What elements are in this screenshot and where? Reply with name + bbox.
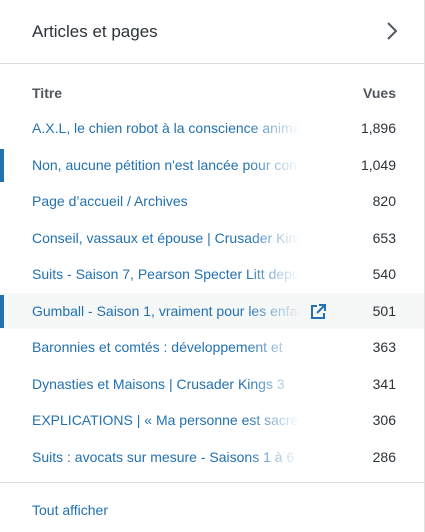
article-title-link[interactable]: Conseil, vassaux et épouse | Crusader Ki… [32,230,300,246]
list-item[interactable]: Suits : avocats sur mesure - Saisons 1 à… [0,439,424,476]
article-title-link[interactable]: Suits : avocats sur mesure - Saisons 1 à… [32,449,300,465]
list-item[interactable]: Dynasties et Maisons | Crusader Kings 3 3… [0,366,424,403]
article-title-link[interactable]: Dynasties et Maisons | Crusader Kings 3 [32,376,300,392]
view-count: 286 [372,448,396,465]
article-title-link[interactable]: Gumball - Saison 1, vraiment pour les en… [32,303,300,319]
external-link-icon[interactable] [309,303,327,321]
list-item[interactable]: Gumball - Saison 1, vraiment pour les en… [0,292,424,329]
row-indicator [0,148,4,182]
view-count: 540 [372,266,396,282]
view-count: 1,896 [360,120,396,136]
view-count: 363 [372,339,396,355]
article-title-link[interactable]: Page d’accueil / Archives [32,193,300,209]
view-count: 341 [372,375,396,392]
article-title-link[interactable]: Suits - Saison 7, Pearson Specter Litt d… [32,266,300,282]
article-title-link[interactable]: A.X.L, le chien robot à la conscience an… [32,120,300,136]
list-item[interactable]: Non, aucune pétition n'est lancée pour c… [0,147,424,184]
chevron-right-icon[interactable] [384,21,400,41]
list-item[interactable]: Baronnies et comtés : développement et 36… [0,329,424,366]
article-title-link[interactable]: Baronnies et comtés : développement et [32,339,300,355]
list-item[interactable]: Page d’accueil / Archives 820 [0,183,424,220]
show-all-link[interactable]: Tout afficher [32,502,108,518]
articles-list: A.X.L, le chien robot à la conscience an… [0,110,424,475]
view-count: 820 [372,193,396,209]
column-header-views: Vues [363,85,396,101]
list-item[interactable]: Conseil, vassaux et épouse | Crusader Ki… [0,220,424,257]
view-count: 653 [372,229,396,246]
column-header-title: Titre [32,85,63,101]
panel-title: Articles et pages [32,22,158,41]
view-count: 501 [372,302,396,319]
list-item[interactable]: A.X.L, le chien robot à la conscience an… [0,110,424,147]
view-count: 1,049 [360,156,396,173]
view-count: 306 [372,412,396,428]
list-item[interactable]: Suits - Saison 7, Pearson Specter Litt d… [0,256,424,293]
panel-footer: Tout afficher [0,482,424,532]
row-indicator [0,294,4,328]
list-item[interactable]: EXPLICATIONS | « Ma personne est sacrée … [0,402,424,439]
article-title-link[interactable]: EXPLICATIONS | « Ma personne est sacrée … [32,412,300,428]
panel-header[interactable]: Articles et pages [0,0,424,64]
articles-pages-panel: Articles et pages Titre Vues A.X.L, le c… [0,0,425,532]
article-title-link[interactable]: Non, aucune pétition n'est lancée pour c… [32,157,300,173]
